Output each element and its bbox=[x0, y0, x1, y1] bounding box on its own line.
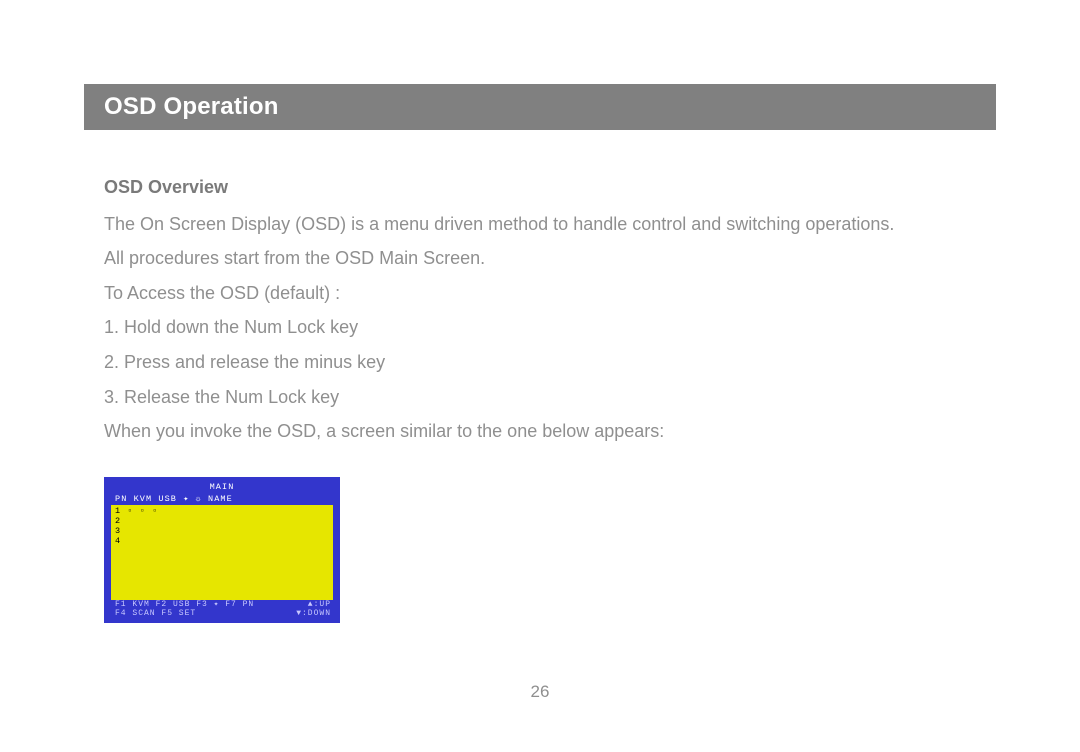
subheading: OSD Overview bbox=[104, 172, 984, 203]
osd-footer-right: ▼:DOWN bbox=[296, 610, 331, 618]
osd-row: 2 bbox=[115, 517, 329, 527]
step-line: 1. Hold down the Num Lock key bbox=[104, 312, 984, 343]
body-content: OSD Overview The On Screen Display (OSD)… bbox=[104, 172, 984, 451]
document-page: OSD Operation OSD Overview The On Screen… bbox=[0, 0, 1080, 752]
osd-screenshot: MAIN PN KVM USB ✦ ☼ NAME 1 ▫ ▫ ▫ 2 3 4 F… bbox=[104, 477, 340, 623]
osd-inner: MAIN PN KVM USB ✦ ☼ NAME 1 ▫ ▫ ▫ 2 3 4 F… bbox=[107, 480, 337, 620]
osd-footer-right: ▲:UP bbox=[308, 601, 331, 609]
paragraph-line: All procedures start from the OSD Main S… bbox=[104, 243, 984, 274]
osd-footer: F1 KVM F2 USB F3 ✦ F7 PN ▲:UP F4 SCAN F5… bbox=[107, 599, 337, 620]
paragraph-line: When you invoke the OSD, a screen simila… bbox=[104, 416, 984, 447]
osd-title: MAIN bbox=[107, 480, 337, 494]
page-number: 26 bbox=[0, 682, 1080, 702]
osd-columns: PN KVM USB ✦ ☼ NAME bbox=[107, 494, 337, 506]
paragraph-line: To Access the OSD (default) : bbox=[104, 278, 984, 309]
osd-row: 1 ▫ ▫ ▫ bbox=[115, 507, 329, 517]
osd-footer-left: F1 KVM F2 USB F3 ✦ F7 PN bbox=[115, 601, 254, 609]
paragraph-line: The On Screen Display (OSD) is a menu dr… bbox=[104, 209, 984, 240]
osd-body: 1 ▫ ▫ ▫ 2 3 4 bbox=[111, 505, 333, 600]
step-line: 3. Release the Num Lock key bbox=[104, 382, 984, 413]
step-line: 2. Press and release the minus key bbox=[104, 347, 984, 378]
osd-row: 4 bbox=[115, 537, 329, 547]
osd-footer-left: F4 SCAN F5 SET bbox=[115, 610, 196, 618]
section-header-bar: OSD Operation bbox=[84, 84, 996, 130]
osd-row: 3 bbox=[115, 527, 329, 537]
section-title: OSD Operation bbox=[104, 93, 279, 121]
